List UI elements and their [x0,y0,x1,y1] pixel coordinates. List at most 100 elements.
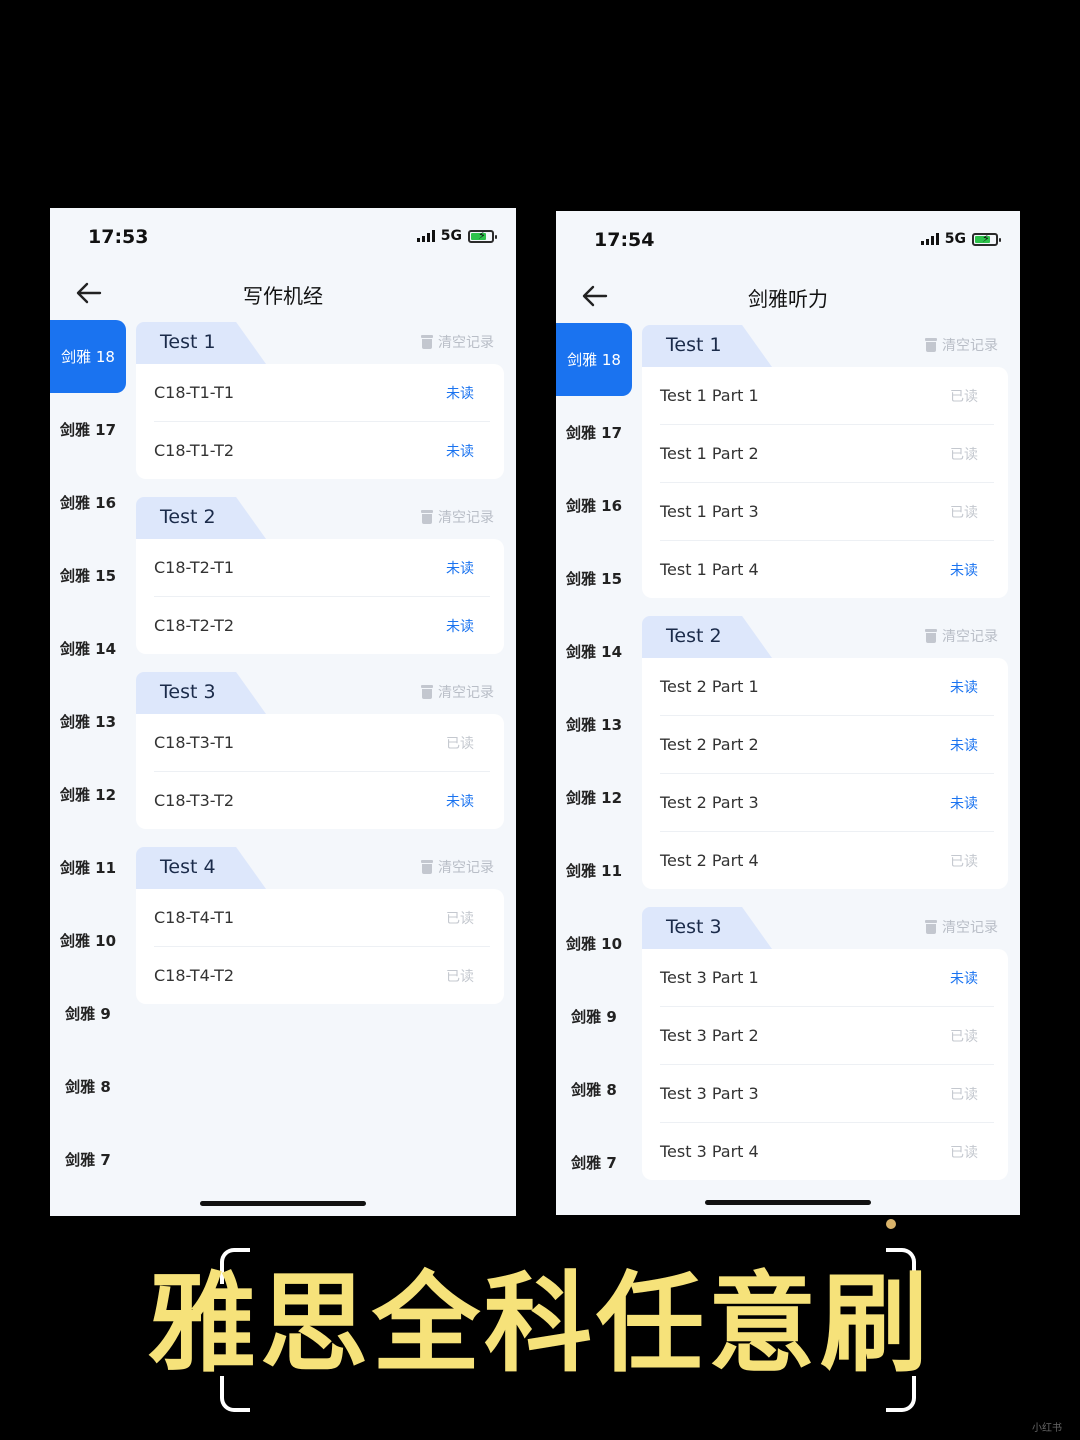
trash-icon [421,510,433,524]
sidebar-item[interactable]: 剑雅 10 [556,907,632,980]
sidebar-item[interactable]: 剑雅 13 [50,685,126,758]
read-status: 未读 [446,560,474,577]
list-item[interactable]: C18-T1-T2 未读 [154,422,490,479]
clear-records-button[interactable]: 清空记录 [421,682,494,702]
section-header: Test 3 清空记录 [136,670,504,714]
section-tab: Test 4 [136,847,266,889]
clear-records-label: 清空记录 [438,335,494,351]
sidebar-item[interactable]: 剑雅 17 [50,393,126,466]
sidebar: 剑雅 18 剑雅 17 剑雅 16 剑雅 15 剑雅 14 剑雅 13 剑雅 12 剑雅 11… [556,323,632,1215]
clear-records-label: 清空记录 [942,338,998,354]
item-label: Test 1 Part 4 [660,560,759,579]
list-item[interactable]: C18-T4-T2 已读 [154,947,490,1004]
test-section: Test 4 清空记录 C18-T4-T1 已读 C18-T4-T2 已读 [136,845,504,1004]
list-item[interactable]: Test 2 Part 3 未读 [660,774,994,832]
list-item[interactable]: C18-T3-T2 未读 [154,772,490,829]
status-time: 17:53 [88,226,149,248]
sidebar-item[interactable]: 剑雅 14 [50,612,126,685]
sidebar-item[interactable]: 剑雅 8 [50,1050,126,1123]
list-item[interactable]: Test 1 Part 4 未读 [660,541,994,598]
read-status: 已读 [950,1144,978,1161]
sidebar-item[interactable]: 剑雅 9 [556,980,632,1053]
list-item[interactable]: Test 2 Part 4 已读 [660,832,994,889]
sidebar-item[interactable]: 剑雅 7 [50,1123,126,1196]
test-section: Test 3 清空记录 C18-T3-T1 已读 C18-T3-T2 未读 [136,670,504,829]
list-item[interactable]: Test 3 Part 2 已读 [660,1007,994,1065]
read-status: 已读 [950,1086,978,1103]
back-arrow-icon[interactable] [580,281,610,311]
list-item[interactable]: C18-T4-T1 已读 [154,889,490,947]
trash-icon [421,685,433,699]
list-item[interactable]: Test 3 Part 4 已读 [660,1123,994,1180]
list-item[interactable]: Test 2 Part 1 未读 [660,658,994,716]
read-status: 未读 [446,443,474,460]
back-arrow-icon[interactable] [74,278,104,308]
right-phone-screenshot: 17:54 5G ⚡ 剑雅听力 剑雅 18 剑雅 17 剑雅 16 剑雅 15 剑雅 1… [556,211,1020,1215]
sidebar-item[interactable]: 剑雅 14 [556,615,632,688]
item-label: C18-T1-T1 [154,383,235,402]
item-label: Test 2 Part 1 [660,677,759,696]
clear-records-label: 清空记录 [438,860,494,876]
sidebar-item[interactable]: 剑雅 12 [50,758,126,831]
item-label: C18-T3-T1 [154,733,235,752]
network-type: 5G [440,228,462,244]
read-status: 已读 [950,446,978,463]
section-header: Test 2 清空记录 [136,495,504,539]
sidebar-item[interactable]: 剑雅 17 [556,396,632,469]
list-item[interactable]: C18-T2-T2 未读 [154,597,490,654]
sidebar-item[interactable]: 剑雅 13 [556,688,632,761]
list-item[interactable]: C18-T2-T1 未读 [154,539,490,597]
list-item[interactable]: C18-T1-T1 未读 [154,364,490,422]
sidebar-item[interactable]: 剑雅 11 [50,831,126,904]
home-indicator [200,1201,366,1206]
test-section: Test 1 清空记录 C18-T1-T1 未读 C18-T1-T2 未读 [136,320,504,479]
sidebar-item[interactable]: 剑雅 15 [556,542,632,615]
sidebar-item[interactable]: 剑雅 18 [50,320,126,393]
section-card: C18-T4-T1 已读 C18-T4-T2 已读 [136,889,504,1004]
item-label: Test 2 Part 3 [660,793,759,812]
sidebar-item[interactable]: 剑雅 16 [556,469,632,542]
sidebar-item[interactable]: 剑雅 9 [50,977,126,1050]
list-item[interactable]: C18-T3-T1 已读 [154,714,490,772]
decorative-dot [886,1219,896,1229]
home-indicator [705,1200,871,1205]
read-status: 未读 [446,385,474,402]
clear-records-button[interactable]: 清空记录 [421,857,494,877]
clear-records-button[interactable]: 清空记录 [421,332,494,352]
clear-records-button[interactable]: 清空记录 [925,626,998,646]
item-label: Test 1 Part 3 [660,502,759,521]
list-item[interactable]: Test 1 Part 3 已读 [660,483,994,541]
clear-records-button[interactable]: 清空记录 [421,507,494,527]
list-item[interactable]: Test 3 Part 3 已读 [660,1065,994,1123]
sidebar-item[interactable]: 剑雅 12 [556,761,632,834]
sidebar-item[interactable]: 剑雅 15 [50,539,126,612]
content-list: Test 1 清空记录 C18-T1-T1 未读 C18-T1-T2 未读 Test 2 清空… [136,320,504,1216]
test-section: Test 1 清空记录 Test 1 Part 1 已读 Test 1 Part 2 已读… [642,323,1008,598]
read-status: 未读 [950,795,978,812]
clear-records-button[interactable]: 清空记录 [925,335,998,355]
battery-icon: ⚡ [972,232,1001,246]
sidebar-item[interactable]: 剑雅 18 [556,323,632,396]
list-item[interactable]: Test 1 Part 1 已读 [660,367,994,425]
list-item[interactable]: Test 2 Part 2 未读 [660,716,994,774]
sidebar-item[interactable]: 剑雅 8 [556,1053,632,1126]
sidebar-item[interactable]: 剑雅 16 [50,466,126,539]
section-header: Test 4 清空记录 [136,845,504,889]
sidebar-item[interactable]: 剑雅 7 [556,1126,632,1199]
item-label: Test 3 Part 1 [660,968,759,987]
section-tab: Test 1 [642,325,772,367]
sidebar-item[interactable]: 剑雅 10 [50,904,126,977]
section-card: C18-T1-T1 未读 C18-T1-T2 未读 [136,364,504,479]
list-item[interactable]: Test 1 Part 2 已读 [660,425,994,483]
read-status: 未读 [950,737,978,754]
list-item[interactable]: Test 3 Part 1 未读 [660,949,994,1007]
item-label: Test 2 Part 2 [660,735,759,754]
section-tab: Test 3 [136,672,266,714]
left-phone-screenshot: 17:53 5G ⚡ 写作机经 剑雅 18 剑雅 17 剑雅 16 剑雅 15 剑雅 1… [50,208,516,1216]
item-label: C18-T4-T1 [154,908,235,927]
sidebar-item[interactable]: 剑雅 11 [556,834,632,907]
trash-icon [421,860,433,874]
trash-icon [925,338,937,352]
section-tab: Test 3 [642,907,772,949]
clear-records-button[interactable]: 清空记录 [925,917,998,937]
